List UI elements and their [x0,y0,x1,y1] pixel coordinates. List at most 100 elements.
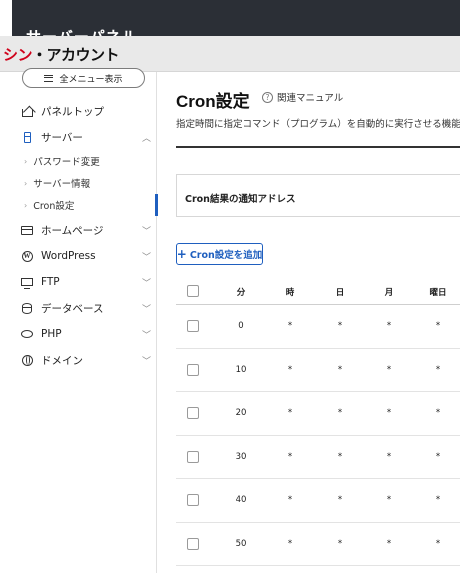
column-header-hour: 時 [285,288,295,298]
cell-month: * [386,451,392,462]
brand-logo-part2: ・アカウント [32,47,120,64]
database-icon [21,302,33,314]
cell-day: * [337,364,343,375]
brand-band: シン・アカウント [0,36,460,72]
add-cron-button[interactable]: + Cron設定を追加 [176,243,263,265]
cell-hour: * [287,364,293,375]
sidebar-subitem-password[interactable]: › パスワード変更 [12,150,157,172]
cron-table: 分 時 日 月 曜日 0 * * * * 10 * * * * 20 * * * [176,278,460,566]
php-icon [21,328,33,340]
add-cron-label: Cron設定を追加 [189,250,263,261]
row-checkbox[interactable] [187,363,199,376]
panel-title: サーバーパネル [26,26,138,36]
cell-hour: * [287,538,293,549]
chevron-down-icon: ﹀ [141,279,151,289]
table-row: 20 * * * * [176,392,460,436]
sidebar-subitem-label: パスワード変更 [33,157,100,168]
page-icon [21,224,33,236]
table-row: 30 * * * * [176,436,460,479]
sidebar-item-label: ドメイン [41,354,83,367]
sidebar-item-database[interactable]: データベース ﹀ [12,296,157,320]
sidebar-item-label: ホームページ [41,224,104,237]
sidebar-item-domain[interactable]: ドメイン ﹀ [12,348,157,372]
sidebar: 全メニュー表示 パネルトップ サーバー ︿ › パスワード変更 › サーバー情報… [12,68,158,573]
main-content: Cron設定 ? 関連マニュアル 指定時間に指定コマンド（プログラム）を自動的に… [157,72,460,573]
page-description: 指定時間に指定コマンド（プログラム）を自動的に実行させる機能のこ [176,119,460,130]
cell-day: * [337,451,343,462]
row-checkbox[interactable] [187,537,199,550]
row-checkbox[interactable] [187,320,199,332]
cell-weekday: * [435,364,441,375]
chevron-right-icon: › [24,178,28,188]
cell-month: * [386,495,392,505]
sidebar-item-label: FTP [41,276,60,288]
cell-minute: 50 [235,538,247,549]
table-header-row: 分 時 日 月 曜日 [176,278,460,305]
ftp-icon [21,276,33,289]
cell-weekday: * [435,451,441,462]
row-checkbox[interactable] [187,494,199,506]
cell-minute: 40 [235,495,247,505]
sidebar-item-homepage[interactable]: ホームページ ﹀ [12,218,157,242]
chevron-down-icon: ﹀ [141,227,151,237]
column-header-weekday: 曜日 [429,288,447,298]
brand-logo[interactable]: シン・アカウント [3,44,120,65]
select-all-checkbox[interactable] [187,285,199,297]
table-row: 10 * * * * [176,349,460,392]
cell-day: * [337,408,343,418]
sidebar-item-ftp[interactable]: FTP ﹀ [12,270,157,294]
cell-weekday: * [435,408,441,418]
cell-month: * [386,321,392,331]
globe-icon [21,354,33,366]
divider [176,146,460,148]
sidebar-subitem-server-info[interactable]: › サーバー情報 [12,172,157,194]
chevron-down-icon: ﹀ [141,357,151,367]
row-checkbox[interactable] [187,407,199,419]
page-title: Cron設定 [176,92,250,111]
manual-link-label: 関連マニュアル [277,93,344,104]
sidebar-item-label: サーバー [41,131,83,144]
all-menu-label: 全メニュー表示 [59,74,123,85]
table-row: 40 * * * * [176,479,460,523]
cell-month: * [386,538,392,549]
sidebar-subitem-label: サーバー情報 [33,179,91,190]
sidebar-item-label: パネルトップ [41,105,104,118]
sidebar-item-server[interactable]: サーバー ︿ [12,125,157,149]
cell-weekday: * [435,495,441,505]
sidebar-item-label: データベース [41,302,104,315]
cell-minute: 30 [235,451,247,462]
sidebar-item-php[interactable]: PHP ﹀ [12,322,157,346]
plus-icon: + [176,247,187,261]
brand-logo-part1: シン [3,47,33,64]
cell-day: * [337,538,343,549]
notify-address-box: Cron結果の通知アドレス [176,174,460,217]
all-menu-button[interactable]: 全メニュー表示 [22,68,145,88]
hamburger-icon [44,74,54,82]
sidebar-item-label: WordPress [41,250,96,262]
sidebar-subitem-cron[interactable]: › Cron設定 [12,194,158,216]
cell-hour: * [287,451,293,462]
wordpress-icon: W [21,250,33,262]
cell-hour: * [287,321,293,331]
notify-address-label: Cron結果の通知アドレス [185,194,296,205]
cell-month: * [386,364,392,375]
cell-day: * [337,495,343,505]
top-bar: サーバーパネル [12,0,460,36]
cell-weekday: * [435,538,441,549]
row-checkbox[interactable] [187,450,199,463]
manual-link[interactable]: ? 関連マニュアル [262,90,343,104]
sidebar-item-panel-top[interactable]: パネルトップ [12,99,157,123]
chevron-right-icon: › [24,200,28,210]
cell-day: * [337,321,343,331]
chevron-down-icon: ﹀ [141,253,151,263]
cell-minute: 10 [235,364,247,375]
cell-hour: * [287,408,293,418]
column-header-month: 月 [384,288,394,298]
table-row: 50 * * * * [176,523,460,566]
sidebar-item-wordpress[interactable]: W WordPress ﹀ [12,244,157,268]
column-header-day: 日 [335,288,345,298]
chevron-right-icon: › [24,156,28,166]
cell-weekday: * [435,321,441,331]
server-icon [21,131,33,143]
cell-minute: 0 [238,321,244,331]
